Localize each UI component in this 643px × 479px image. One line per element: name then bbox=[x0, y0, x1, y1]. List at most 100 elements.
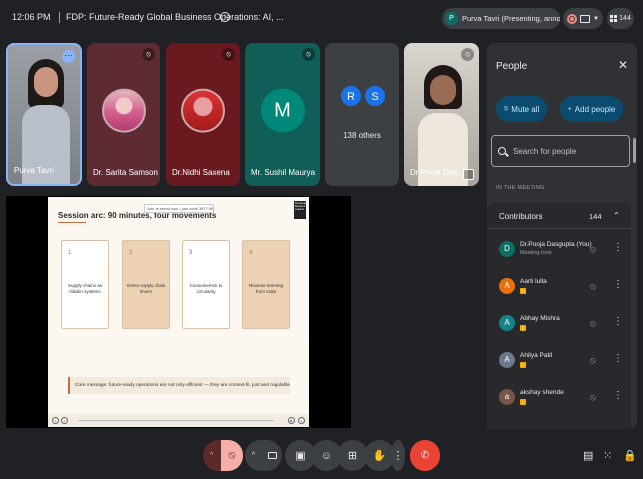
activities-icon[interactable]: ⁙ bbox=[603, 449, 612, 462]
participant-count: 144 bbox=[619, 15, 631, 22]
bottom-toolbar: ^ ⦸ ^ ▣ ☺ ⊞ ✋ ⋮ ✆ ▤ ⁙ 🔒 bbox=[0, 436, 643, 479]
mic-off-icon: ⦸ bbox=[461, 48, 474, 61]
participant-row[interactable]: D Dr.Pooja Dasgupta (You) Meeting host ⦸… bbox=[487, 233, 631, 269]
lock-icon[interactable]: 🔒 bbox=[623, 449, 637, 462]
avatar: A bbox=[499, 315, 515, 331]
card-text: Green supply chain levers bbox=[126, 283, 166, 294]
participant-video bbox=[418, 65, 468, 186]
movement-card: 4 Reverse learning from India bbox=[242, 240, 290, 329]
mute-all-button[interactable]: ⦸ Mute all bbox=[496, 96, 547, 122]
participant-row[interactable]: A Abhay Mishra ✋ ⦸ ⋮ bbox=[487, 307, 631, 343]
search-icon bbox=[498, 147, 506, 155]
tile-name: Mr. Sushil Maurya bbox=[251, 168, 316, 177]
top-bar: 12:06 PM FDP: Future-Ready Global Busine… bbox=[0, 0, 643, 36]
chat-icon[interactable]: ▤ bbox=[583, 449, 593, 462]
tile-purva-tavri[interactable]: ⋯ Purva Tavri bbox=[6, 43, 82, 186]
section-label: IN THE MEETING bbox=[496, 185, 545, 191]
avatar: A bbox=[499, 278, 515, 294]
more-vert-icon[interactable]: ⋮ bbox=[613, 353, 623, 364]
camera-control: ^ bbox=[245, 440, 282, 471]
hand-badge-icon: ✋ bbox=[520, 362, 526, 368]
mic-off-icon[interactable]: ⦸ bbox=[590, 318, 596, 329]
participant-name: Ahilya Patil bbox=[520, 352, 553, 359]
mic-off-icon[interactable]: ⦸ bbox=[590, 281, 596, 292]
movement-card: 1 Supply chains as hidden systems bbox=[61, 240, 109, 329]
info-icon[interactable]: i bbox=[220, 12, 230, 22]
participant-name: Abhay Mishra bbox=[520, 315, 560, 322]
participant-row[interactable]: A Ahilya Patil ✋ ⦸ ⋮ bbox=[487, 344, 631, 380]
add-people-label: Add people bbox=[574, 104, 616, 114]
scrollbar[interactable] bbox=[633, 138, 636, 163]
others-count-label: 138 others bbox=[343, 131, 381, 140]
slide-prev-icon[interactable]: ‹ bbox=[52, 417, 59, 424]
movement-card: 2 Green supply chain levers bbox=[122, 240, 170, 329]
chevron-up-icon[interactable]: ⌃ bbox=[613, 211, 620, 220]
participant-row[interactable]: a akshay shende ✋ ⦸ ⋮ bbox=[487, 381, 631, 417]
grid-icon bbox=[610, 15, 618, 22]
mic-off-icon[interactable]: ⦸ bbox=[590, 355, 596, 366]
more-vert-icon[interactable]: ⋮ bbox=[613, 279, 623, 290]
tile-name: Dr. Sarita Samson bbox=[93, 168, 158, 177]
divider bbox=[59, 12, 60, 23]
tile-others[interactable]: R S 138 others bbox=[325, 43, 399, 186]
tile-sarita-samson[interactable]: ⦸ Dr. Sarita Samson bbox=[87, 43, 160, 186]
slide-progress-track[interactable] bbox=[78, 420, 274, 421]
slide-logo: Knowledge Business Leaders bbox=[294, 201, 306, 219]
avatar bbox=[101, 88, 146, 133]
presenter-chip-label: Purva Tavri (Presenting, annotating) bbox=[462, 14, 560, 23]
download-icon[interactable]: ↓ bbox=[298, 417, 305, 424]
others-avatars: R S bbox=[340, 85, 390, 119]
more-icon[interactable]: ⋮ bbox=[391, 440, 405, 471]
contributors-header[interactable]: Contributors 144 ⌃ bbox=[487, 203, 631, 229]
mic-off-icon[interactable]: ⦸ bbox=[590, 244, 596, 255]
camera-options-caret[interactable]: ^ bbox=[245, 452, 262, 459]
hand-badge-icon: ✋ bbox=[520, 288, 526, 294]
more-vert-icon[interactable]: ⋮ bbox=[613, 390, 623, 401]
avatar: M bbox=[260, 88, 305, 133]
tile-pooja-dasgupta[interactable]: ⦸ Dr.Pooja Das... bbox=[404, 43, 479, 186]
avatar: A bbox=[499, 352, 515, 368]
presenter-chip[interactable]: P Purva Tavri (Presenting, annotating) bbox=[442, 8, 560, 29]
participant-row[interactable]: A Aarti lulla ✋ ⦸ ⋮ bbox=[487, 270, 631, 306]
mic-options-caret[interactable]: ^ bbox=[203, 452, 220, 459]
tile-name: Purva Tavri bbox=[14, 166, 54, 175]
pin-icon[interactable] bbox=[463, 169, 474, 180]
core-message: Core message: future-ready operations ar… bbox=[68, 377, 290, 394]
play-icon[interactable]: ▸ bbox=[288, 417, 295, 424]
tile-name: Dr.Pooja Das... bbox=[410, 168, 464, 177]
card-text: Supply chains as hidden systems bbox=[67, 283, 103, 294]
search-input[interactable] bbox=[513, 146, 613, 156]
participant-role: Meeting host bbox=[520, 250, 552, 256]
tile-sushil-maurya[interactable]: ⦸ M Mr. Sushil Maurya bbox=[245, 43, 320, 186]
participants-chip[interactable]: 144 bbox=[607, 8, 634, 29]
recording-indicator[interactable]: ▼ bbox=[563, 8, 603, 29]
screen-share-icon bbox=[580, 14, 590, 23]
card-number: 4 bbox=[249, 250, 253, 256]
mic-off-icon: ⦸ bbox=[222, 48, 235, 61]
more-options-icon[interactable]: ⋯ bbox=[62, 50, 75, 63]
mic-off-icon[interactable]: ⦸ bbox=[590, 392, 596, 403]
close-icon[interactable]: ✕ bbox=[618, 58, 628, 72]
tile-nidhi-saxena[interactable]: ⦸ Dr.Nidhi Saxena bbox=[166, 43, 240, 186]
card-number: 2 bbox=[129, 250, 133, 256]
mic-off-icon: ⦸ bbox=[302, 48, 315, 61]
more-vert-icon[interactable]: ⋮ bbox=[613, 242, 623, 253]
end-call-button[interactable]: ✆ bbox=[410, 440, 440, 471]
slide-next-icon[interactable]: › bbox=[61, 417, 68, 424]
add-people-button[interactable]: + Add people bbox=[560, 96, 623, 122]
avatar: a bbox=[499, 389, 515, 405]
mic-off-icon: ⦸ bbox=[503, 105, 509, 112]
avatar: S bbox=[364, 85, 386, 107]
presentation-slide[interactable]: Session arc: 90 minutes, four movements … bbox=[48, 197, 309, 427]
camera-button[interactable] bbox=[262, 440, 282, 471]
movement-card: 3 Consumerism to circularity bbox=[182, 240, 230, 329]
meeting-title: FDP: Future-Ready Global Business Operat… bbox=[66, 12, 284, 22]
search-box[interactable] bbox=[491, 135, 630, 167]
clock-time: 12:06 PM bbox=[12, 12, 51, 22]
more-vert-icon[interactable]: ⋮ bbox=[613, 316, 623, 327]
recording-icon bbox=[567, 13, 577, 24]
mic-control: ^ ⦸ bbox=[203, 440, 243, 471]
mic-off-icon[interactable]: ⦸ bbox=[221, 440, 243, 471]
contributors-section: Contributors 144 ⌃ D Dr.Pooja Dasgupta (… bbox=[487, 203, 631, 429]
hand-badge-icon: ✋ bbox=[520, 399, 526, 405]
